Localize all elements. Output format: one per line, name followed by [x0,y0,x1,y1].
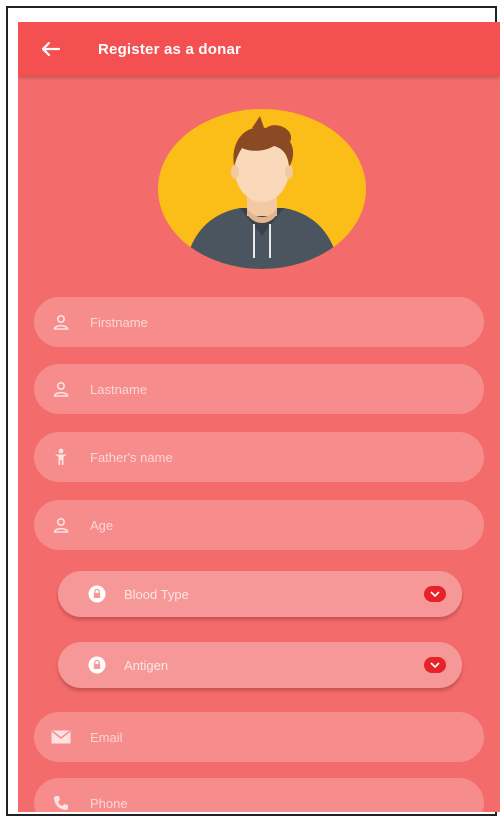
avatar[interactable] [156,108,368,270]
phone-field[interactable]: Phone [34,778,484,812]
fathers-name-placeholder: Father's name [90,449,173,465]
chevron-down-icon[interactable] [424,586,446,602]
fathers-name-field[interactable]: Father's name [34,432,484,482]
antigen-label: Antigen [124,657,169,673]
lock-icon [88,585,106,603]
age-field[interactable]: Age [34,500,484,550]
blood-type-dropdown[interactable]: Blood Type [58,571,462,617]
arrow-left-icon [42,42,60,56]
email-placeholder: Email [90,729,123,745]
envelope-icon [50,726,72,748]
blood-type-label: Blood Type [124,586,189,602]
chevron-down-icon[interactable] [424,657,446,673]
lock-icon [88,656,106,674]
person-icon [50,311,72,333]
person-icon [50,514,72,536]
email-field[interactable]: Email [34,712,484,762]
back-button[interactable] [26,22,76,76]
age-placeholder: Age [90,517,114,533]
man-icon [50,446,72,468]
lastname-placeholder: Lastname [90,381,148,397]
firstname-field[interactable]: Firstname [34,297,484,347]
app-bar: Register as a donar [18,22,500,76]
register-screen: Register as a donar Firstname Lastname F… [18,22,500,812]
lastname-field[interactable]: Lastname [34,364,484,414]
phone-placeholder: Phone [90,795,128,811]
page-title: Register as a donar [98,40,242,58]
phone-icon [50,792,72,812]
firstname-placeholder: Firstname [90,314,148,330]
antigen-dropdown[interactable]: Antigen [58,642,462,688]
person-icon [50,378,72,400]
